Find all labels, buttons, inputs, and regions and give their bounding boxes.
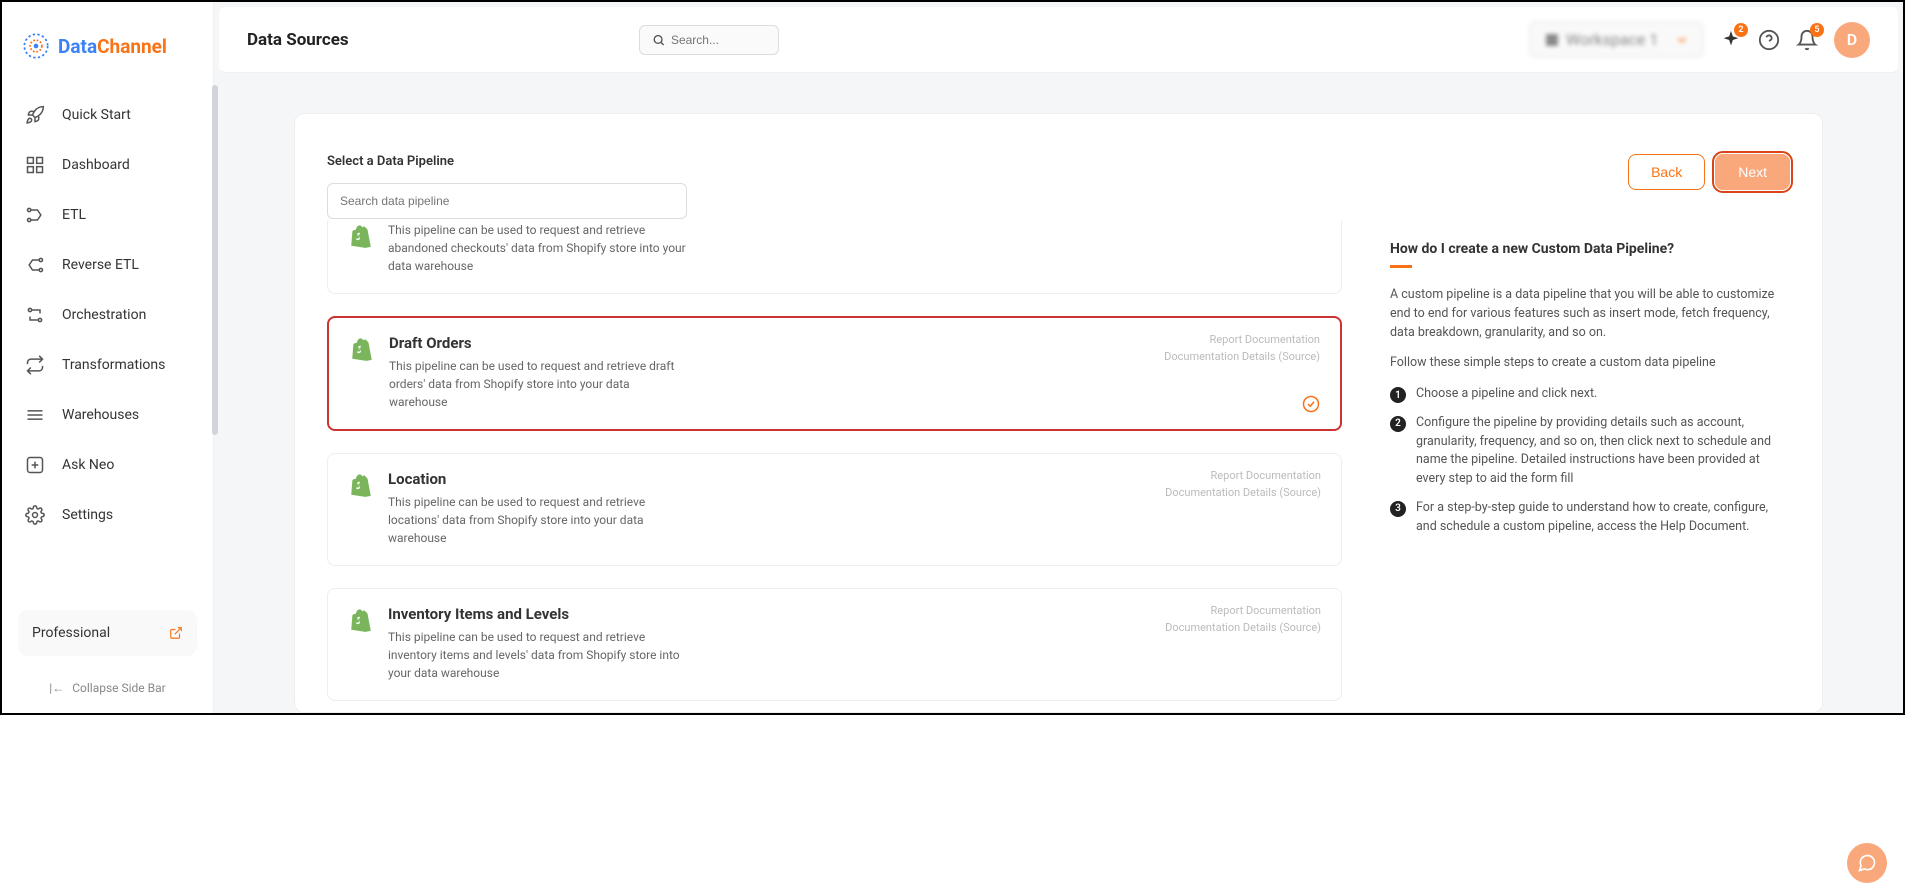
sidebar-nav: Quick Start Dashboard ETL Reverse ETL Or…: [2, 85, 213, 610]
next-button[interactable]: Next: [1715, 154, 1790, 190]
sidebar-item-transformations[interactable]: Transformations: [2, 341, 213, 389]
logo[interactable]: DataChannel: [2, 2, 213, 85]
plan-label: Professional: [32, 625, 110, 641]
reverse-etl-icon: [24, 254, 46, 276]
sidebar-item-label: Warehouses: [62, 407, 139, 423]
shopify-icon: [349, 336, 375, 362]
help-panel: How do I create a new Custom Data Pipeli…: [1390, 221, 1790, 712]
global-search[interactable]: [639, 25, 779, 55]
section-label: Select a Data Pipeline: [327, 154, 687, 169]
pipeline-card[interactable]: This pipeline can be used to request and…: [327, 221, 1342, 294]
external-link-icon: [169, 626, 183, 640]
topbar: Data Sources Workspace 1 2: [219, 7, 1898, 73]
sidebar-item-etl[interactable]: ETL: [2, 191, 213, 239]
page-title: Data Sources: [247, 30, 349, 50]
pipeline-links[interactable]: Report Documentation Documentation Detai…: [1165, 603, 1321, 636]
sidebar: DataChannel Quick Start Dashboard ETL Re…: [2, 2, 214, 713]
sidebar-item-label: Ask Neo: [62, 457, 114, 473]
workspace-selector[interactable]: Workspace 1: [1529, 21, 1704, 58]
etl-icon: [24, 204, 46, 226]
pipeline-card-selected[interactable]: Draft Orders This pipeline can be used t…: [327, 316, 1342, 431]
shopify-icon: [348, 472, 374, 498]
search-input[interactable]: [671, 33, 766, 47]
help-title: How do I create a new Custom Data Pipeli…: [1390, 241, 1790, 257]
plus-box-icon: [24, 454, 46, 476]
help-step: 3For a step-by-step guide to understand …: [1390, 499, 1790, 537]
help-underline: [1390, 265, 1412, 268]
notifications-button[interactable]: 5: [1796, 29, 1818, 51]
sidebar-item-reverse-etl[interactable]: Reverse ETL: [2, 241, 213, 289]
sidebar-item-dashboard[interactable]: Dashboard: [2, 141, 213, 189]
workspace-label: Workspace 1: [1566, 30, 1658, 49]
pipeline-desc: This pipeline can be used to request and…: [388, 628, 688, 682]
sidebar-item-label: Reverse ETL: [62, 257, 139, 273]
warehouses-icon: [24, 404, 46, 426]
back-button[interactable]: Back: [1628, 154, 1705, 190]
sidebar-item-ask-neo[interactable]: Ask Neo: [2, 441, 213, 489]
main: Data Sources Workspace 1 2: [214, 2, 1903, 713]
orchestration-icon: [24, 304, 46, 326]
sparkle-badge: 2: [1734, 23, 1748, 37]
bell-badge: 5: [1810, 23, 1824, 37]
pipeline-links[interactable]: Report Documentation Documentation Detai…: [1165, 468, 1321, 501]
help-intro: Follow these simple steps to create a cu…: [1390, 354, 1790, 373]
sidebar-item-label: Dashboard: [62, 157, 130, 173]
logo-text: DataChannel: [58, 35, 167, 58]
shopify-icon: [348, 607, 374, 633]
search-icon: [652, 32, 665, 48]
avatar[interactable]: D: [1834, 22, 1870, 58]
sidebar-item-orchestration[interactable]: Orchestration: [2, 291, 213, 339]
sidebar-item-label: Orchestration: [62, 307, 146, 323]
sparkle-button[interactable]: 2: [1720, 29, 1742, 51]
shopify-icon: [348, 223, 374, 249]
sidebar-item-label: ETL: [62, 207, 86, 223]
pipeline-desc: This pipeline can be used to request and…: [388, 221, 688, 275]
sidebar-item-label: Transformations: [62, 357, 165, 373]
collapse-icon: |←: [49, 681, 64, 695]
workspace-icon: [1544, 32, 1560, 48]
pipeline-links[interactable]: Report Documentation Documentation Detai…: [1164, 332, 1320, 365]
app-logo-icon: [22, 32, 50, 60]
collapse-sidebar[interactable]: |← Collapse Side Bar: [2, 671, 213, 713]
help-intro: A custom pipeline is a data pipeline tha…: [1390, 286, 1790, 342]
sidebar-item-quickstart[interactable]: Quick Start: [2, 91, 213, 139]
sidebar-scrollbar[interactable]: [212, 85, 218, 435]
rocket-icon: [24, 104, 46, 126]
sidebar-item-label: Quick Start: [62, 107, 131, 123]
chat-icon: [1857, 853, 1877, 873]
pipeline-search-input[interactable]: [327, 183, 687, 219]
pipeline-desc: This pipeline can be used to request and…: [388, 493, 688, 547]
check-circle-icon: [1302, 395, 1320, 413]
dashboard-icon: [24, 154, 46, 176]
pipeline-card[interactable]: Location This pipeline can be used to re…: [327, 453, 1342, 566]
pipeline-list: This pipeline can be used to request and…: [327, 221, 1350, 712]
help-step: 2Configure the pipeline by providing det…: [1390, 414, 1790, 489]
pipeline-card[interactable]: Inventory Items and Levels This pipeline…: [327, 588, 1342, 701]
plan-box[interactable]: Professional: [18, 610, 197, 656]
transformations-icon: [24, 354, 46, 376]
help-button[interactable]: [1758, 29, 1780, 51]
pipeline-panel: Select a Data Pipeline Back Next: [294, 113, 1823, 713]
help-step: 1Choose a pipeline and click next.: [1390, 385, 1790, 404]
sidebar-item-label: Settings: [62, 507, 113, 523]
help-icon: [1758, 29, 1780, 51]
collapse-label: Collapse Side Bar: [72, 681, 166, 695]
chat-fab[interactable]: [1847, 843, 1887, 883]
sidebar-item-settings[interactable]: Settings: [2, 491, 213, 539]
sidebar-item-warehouses[interactable]: Warehouses: [2, 391, 213, 439]
pipeline-desc: This pipeline can be used to request and…: [389, 357, 689, 411]
gear-icon: [24, 504, 46, 526]
chevron-down-icon: [1675, 33, 1689, 47]
